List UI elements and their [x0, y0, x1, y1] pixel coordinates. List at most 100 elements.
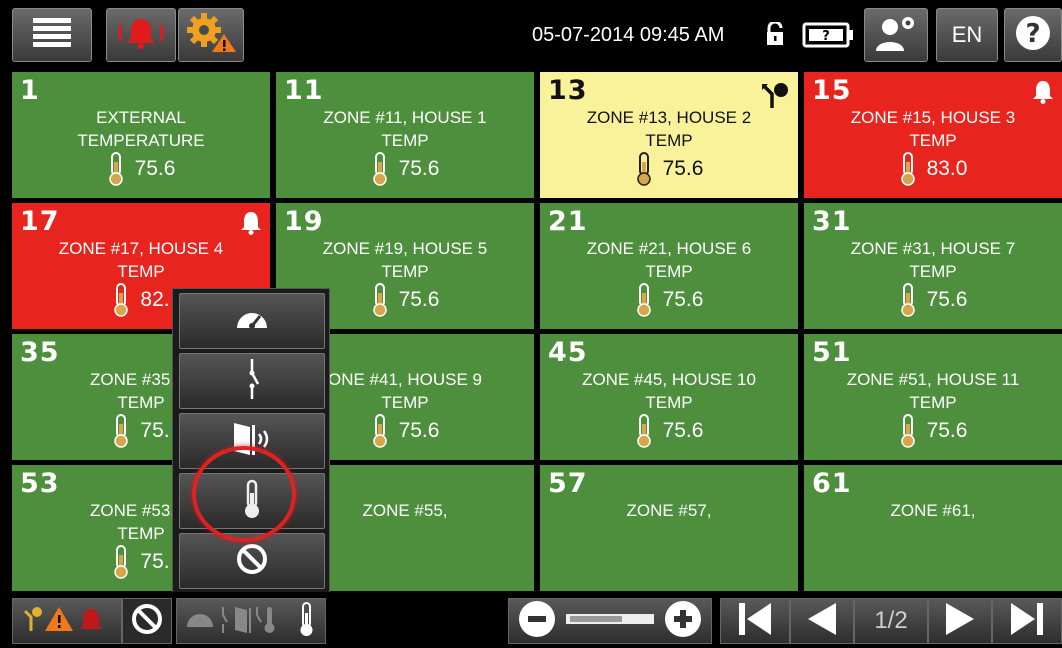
zone-tile[interactable]: 61 ZONE #61, [804, 465, 1062, 591]
zone-number: 13 [548, 75, 588, 106]
zone-value: 75.6 [926, 419, 968, 442]
top-bar: 05-07-2014 09:45 AM ? EN ? [0, 0, 1062, 70]
no-filter-button[interactable] [122, 598, 172, 644]
svg-text:?: ? [1025, 19, 1040, 49]
last-page-icon [1009, 601, 1045, 642]
zone-number: 21 [548, 206, 588, 237]
zone-reading: 75.6 [804, 283, 1062, 317]
date-time: 05-07-2014 09:45 AM [532, 24, 725, 46]
filter-gauge-button[interactable] [179, 293, 325, 349]
zone-value: 75.6 [398, 419, 440, 442]
thermometer-icon [371, 414, 389, 448]
zone-name: EXTERNAL [96, 108, 186, 127]
sensor-type: TEMPERATURE [77, 131, 205, 150]
thermometer-icon [107, 152, 125, 186]
sensor-type: TEMP [909, 262, 957, 281]
sensor-type-filter-menu [172, 288, 330, 594]
unlocked-padlock-icon[interactable] [764, 20, 786, 51]
zone-number: 1 [20, 75, 40, 106]
zone-tile[interactable]: 45 ZONE #45, HOUSE 10 TEMP 75.6 [540, 334, 798, 460]
user-settings-icon [874, 13, 918, 58]
first-page-button[interactable] [720, 598, 790, 644]
previous-page-button[interactable] [790, 598, 854, 644]
zone-tile[interactable]: 57 ZONE #57, [540, 465, 798, 591]
zone-value: 75.6 [662, 157, 704, 180]
zone-tile[interactable]: 51 ZONE #51, HOUSE 11 TEMP 75.6 [804, 334, 1062, 460]
hamburger-menu-icon [33, 17, 71, 53]
sensor-type: TEMP [381, 262, 429, 281]
zoom-slider[interactable] [566, 612, 654, 631]
thermometer-icon [371, 283, 389, 317]
thermometer-icon [635, 414, 653, 448]
thermometer-icon [899, 414, 917, 448]
zone-reading: 75.6 [540, 152, 798, 186]
zone-reading: 75.6 [276, 152, 534, 186]
zone-tile[interactable]: 15 ZONE #15, HOUSE 3 TEMP 83.0 [804, 72, 1062, 198]
thermometer-icon [112, 283, 130, 317]
zone-name: ZONE #57, [626, 501, 712, 520]
filter-switch-button[interactable] [179, 353, 325, 409]
next-page-icon [944, 602, 976, 641]
language-button[interactable]: EN [936, 8, 998, 62]
gauge-filter-icon [234, 306, 270, 337]
thermometer-icon [899, 152, 917, 186]
sensor-type: TEMP [645, 131, 693, 150]
help-button[interactable]: ? [1004, 8, 1062, 62]
page-indicator-box: 1/2 [854, 598, 928, 644]
zone-value: 75.6 [926, 288, 968, 311]
alarm-bell-icon [112, 15, 170, 56]
thermometer-icon [371, 152, 389, 186]
zone-number: 35 [20, 337, 60, 368]
status-filter-button[interactable] [12, 598, 122, 644]
zone-number: 31 [812, 206, 852, 237]
help-question-icon: ? [1015, 15, 1051, 56]
battery-unknown-icon: ? [802, 22, 854, 53]
zone-value: 75.6 [398, 157, 440, 180]
last-page-button[interactable] [992, 598, 1062, 644]
alarm-bell-icon [240, 211, 262, 240]
zone-name: ZONE #51, HOUSE 11 [846, 370, 1020, 389]
zone-reading: 75.6 [540, 414, 798, 448]
bypass-icon [760, 80, 790, 115]
bypass-warning-alarm-icon [21, 603, 121, 640]
zoom-out-icon[interactable] [518, 600, 556, 643]
zone-value: 82. [140, 288, 170, 311]
zone-tile[interactable]: 13 ZONE #13, HOUSE 2 TEMP 75.6 [540, 72, 798, 198]
zoom-control [508, 598, 712, 644]
zone-name: ZONE #61, [890, 501, 976, 520]
page-indicator: 1/2 [874, 607, 908, 634]
svg-text:?: ? [822, 29, 830, 44]
zone-tile[interactable]: 11 ZONE #11, HOUSE 1 TEMP 75.6 [276, 72, 534, 198]
thermometer-icon [899, 283, 917, 317]
zone-name: ZONE #15, HOUSE 3 [850, 108, 1016, 127]
user-settings-button[interactable] [864, 8, 928, 62]
zone-name: ZONE #19, HOUSE 5 [322, 239, 488, 258]
sensor-type: TEMP [117, 262, 165, 281]
zone-name: ZONE #45, HOUSE 10 [582, 370, 756, 389]
system-settings-button[interactable] [178, 8, 244, 62]
zone-reading: 75.6 [540, 283, 798, 317]
alarm-bell-icon [1032, 80, 1054, 109]
alarm-button[interactable] [106, 8, 176, 62]
zone-name: ZONE #17, HOUSE 4 [58, 239, 224, 258]
zone-tile[interactable]: 21 ZONE #21, HOUSE 6 TEMP 75.6 [540, 203, 798, 329]
zone-number: 57 [548, 468, 588, 499]
zone-value: 75.6 [398, 288, 440, 311]
zone-tile[interactable]: 31 ZONE #31, HOUSE 7 TEMP 75.6 [804, 203, 1062, 329]
zone-value: 75.6 [134, 157, 176, 180]
sensor-type: TEMP [909, 131, 957, 150]
menu-button[interactable] [12, 8, 92, 62]
next-page-button[interactable] [928, 598, 992, 644]
thermometer-icon [112, 414, 130, 448]
sensor-type: TEMP [381, 131, 429, 150]
zone-number: 17 [20, 206, 60, 237]
zone-tile[interactable]: 1 EXTERNAL TEMPERATURE 75.6 [12, 72, 270, 198]
zone-value: 83.0 [926, 157, 968, 180]
zone-name: ZONE #21, HOUSE 6 [586, 239, 752, 258]
zoom-in-icon[interactable] [664, 600, 702, 643]
zone-number: 51 [812, 337, 852, 368]
zone-value: 75.6 [662, 419, 704, 442]
sensor-type: TEMP [909, 393, 957, 412]
thermometer-icon [112, 545, 130, 579]
type-filter-button[interactable] [176, 598, 326, 644]
